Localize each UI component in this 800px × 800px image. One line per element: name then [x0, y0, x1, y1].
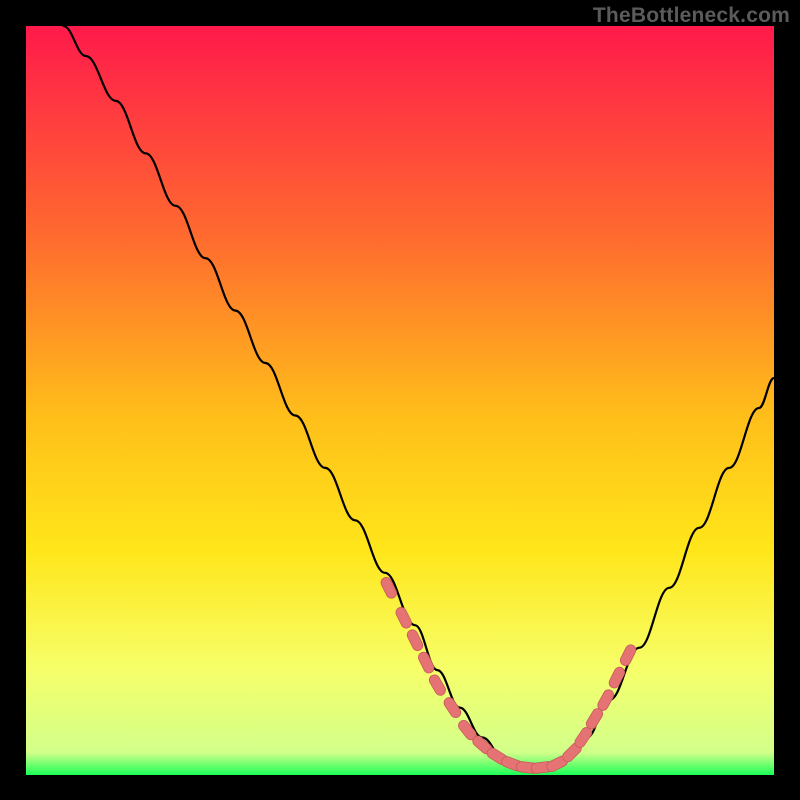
gradient-background — [26, 26, 774, 775]
watermark-text: TheBottleneck.com — [593, 4, 790, 28]
chart-stage: TheBottleneck.com — [0, 0, 800, 800]
bottleneck-chart — [26, 26, 774, 775]
